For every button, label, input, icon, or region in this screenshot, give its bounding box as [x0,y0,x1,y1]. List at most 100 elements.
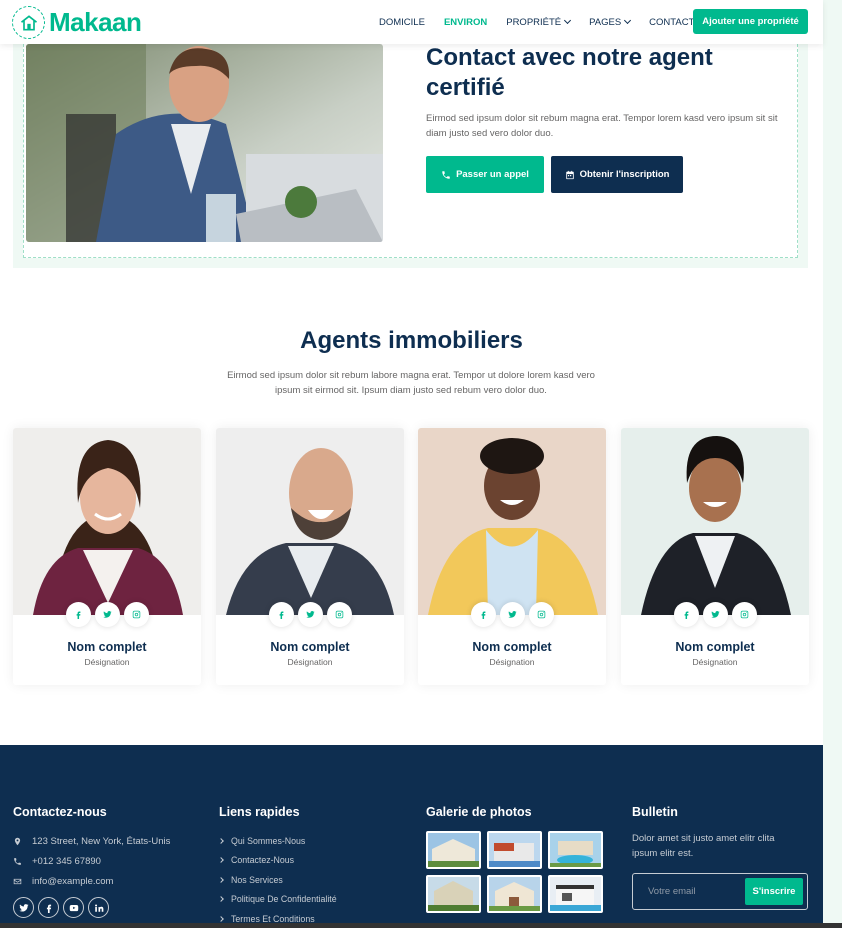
agent-card: Nom complet Désignation [621,428,809,685]
agents-title: Agents immobiliers [300,327,523,354]
gallery-image[interactable] [548,831,603,869]
signup-button[interactable]: Obtenir l'inscription [551,156,683,193]
footer-email-text[interactable]: info@example.com [32,876,113,887]
twitter-icon[interactable] [702,602,728,627]
page-side-strip [823,0,842,928]
brand-name: Makaan [49,7,142,37]
footer-gallery: Galerie de photos [426,805,603,913]
agent-role: Désignation [84,657,130,667]
footer-address: 123 Street, New York, États-Unis [13,831,170,851]
twitter-icon[interactable] [13,897,34,918]
footer-link-label: Politique De Confidentialité [231,894,337,905]
chevron-right-icon [218,876,224,883]
gallery-image[interactable] [487,875,542,913]
footer-newsletter: Bulletin Dolor amet sit justo amet elitr… [632,805,808,910]
footer-social-links [13,897,170,918]
chevron-right-icon [218,915,224,922]
agent-social-links [216,602,404,627]
phone-icon [14,857,21,865]
agent-photo [621,428,809,615]
facebook-icon[interactable] [673,602,699,627]
subscribe-button[interactable]: S'inscrire [745,878,803,905]
footer-links: Liens rapides Qui Sommes-Nous Contactez-… [218,805,337,928]
footer-link-label: Contactez-Nous [231,855,295,866]
footer-link-label: Nos Services [231,874,283,885]
newsletter-email-input[interactable]: Votre email [648,886,696,897]
agent-photo [26,44,383,242]
agent-card: Nom complet Désignation [216,428,404,685]
nav-label: CONTACT [649,16,695,28]
footer-link[interactable]: Politique De Confidentialité [218,890,337,910]
facebook-icon[interactable] [470,602,496,627]
footer-contact: Contactez-nous 123 Street, New York, Éta… [13,805,170,918]
newsletter-form: Votre email S'inscrire [632,873,808,910]
call-button[interactable]: Passer un appel [426,156,544,193]
calendar-icon [565,170,574,179]
footer-link[interactable]: Nos Services [218,870,337,890]
chevron-down-icon [564,16,572,25]
facebook-icon[interactable] [65,602,91,627]
signup-button-label: Obtenir l'inscription [579,169,670,180]
linkedin-icon[interactable] [88,897,109,918]
footer-contact-title: Contactez-nous [13,805,107,819]
instagram-icon[interactable] [123,602,149,627]
nav-menu: DOMICILE ENVIRON PROPRIÉTÉ PAGES CONTACT [379,0,713,44]
footer-gallery-title: Galerie de photos [426,805,532,819]
nav-label: PROPRIÉTÉ [506,16,562,28]
agent-photo [418,428,606,615]
facebook-icon[interactable] [268,602,294,627]
footer-phone: +012 345 67890 [13,851,170,871]
call-button-label: Passer un appel [456,169,529,180]
nav-item-contact[interactable]: CONTACT [649,17,694,28]
facebook-icon[interactable] [38,897,59,918]
gallery-image[interactable] [548,875,603,913]
nav-item-pages[interactable]: PAGES [589,16,632,28]
gallery-image[interactable] [487,831,542,869]
nav-item-environ[interactable]: ENVIRON [444,17,487,28]
navbar: Makaan DOMICILE ENVIRON PROPRIÉTÉ PAGES … [0,0,823,44]
footer-email: info@example.com [13,871,170,891]
add-property-button[interactable]: Ajouter une propriété [693,9,808,34]
footer: Contactez-nous 123 Street, New York, Éta… [0,745,823,928]
contact-title: Contact avec notre agent certifié [426,44,713,101]
agent-card: Nom complet Désignation [418,428,606,685]
agent-name: Nom complet [472,640,552,654]
nav-item-propriete[interactable]: PROPRIÉTÉ [506,16,572,28]
twitter-icon[interactable] [297,602,323,627]
chevron-right-icon [218,857,224,864]
bottom-scrollbar [0,923,842,928]
footer-links-title: Liens rapides [219,805,300,819]
agent-photo [216,428,404,615]
nav-item-domicile[interactable]: DOMICILE [379,17,425,28]
instagram-icon[interactable] [528,602,554,627]
agent-role: Désignation [489,657,535,667]
brand-logo[interactable]: Makaan [12,6,142,39]
footer-address-text: 123 Street, New York, États-Unis [32,835,171,847]
envelope-icon [13,878,22,884]
agent-social-links [621,602,809,627]
footer-phone-text: +012 345 67890 [32,855,101,867]
chevron-down-icon [624,16,632,25]
twitter-icon[interactable] [94,602,120,627]
footer-link-label: Qui Sommes-Nous [231,835,306,846]
nav-label: DOMICILE [379,16,425,28]
photo-gallery [426,831,603,913]
agent-name: Nom complet [270,640,350,654]
nav-label: ENVIRON [443,16,488,28]
gallery-image[interactable] [426,875,481,913]
instagram-icon[interactable] [326,602,352,627]
agent-social-links [418,602,606,627]
instagram-icon[interactable] [731,602,757,627]
youtube-icon[interactable] [63,897,84,918]
gallery-image[interactable] [426,831,481,869]
twitter-icon[interactable] [499,602,525,627]
agents-description: Eirmod sed ipsum dolor sit rebum labore … [227,370,595,396]
agent-photo [13,428,201,615]
map-marker-icon [14,837,21,845]
footer-link[interactable]: Qui Sommes-Nous [218,831,337,851]
footer-link[interactable]: Contactez-Nous [218,851,337,871]
nav-label: PAGES [589,16,622,28]
agent-role: Désignation [692,657,738,667]
house-icon [12,6,45,39]
agent-name: Nom complet [675,640,755,654]
